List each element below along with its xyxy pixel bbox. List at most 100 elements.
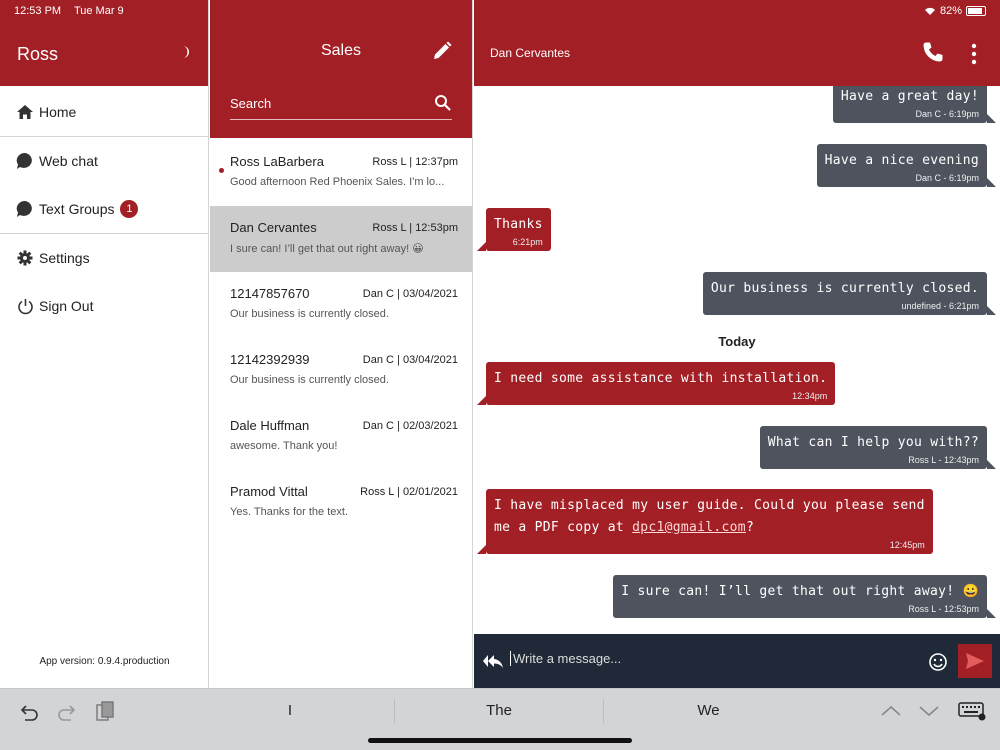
message-input[interactable] xyxy=(510,651,910,666)
emoji-icon[interactable] xyxy=(928,652,948,672)
search-input[interactable] xyxy=(230,92,420,111)
status-date: Tue Mar 9 xyxy=(73,5,124,17)
email-link[interactable]: dpc1@gmail.com xyxy=(632,520,746,535)
sidebar-item-label: Settings xyxy=(39,250,90,266)
home-indicator xyxy=(368,738,632,743)
message-text: Have a nice evening xyxy=(824,153,979,168)
conversation-item[interactable]: Dale Huffman Dan C | 02/03/2021 awesome.… xyxy=(210,404,472,470)
day-header: Today xyxy=(718,334,756,349)
conversation-meta: Ross L | 12:37pm xyxy=(372,156,458,168)
moon-icon[interactable] xyxy=(178,45,192,59)
unread-badge: 1 xyxy=(120,200,139,218)
power-icon xyxy=(17,298,33,314)
undo-icon[interactable] xyxy=(18,701,40,723)
message-text: I need some assistance with installation… xyxy=(494,371,828,386)
message-bubble-outgoing: I sure can! I’ll get that out right away… xyxy=(613,575,996,618)
conversation-preview: Yes. Thanks for the text. xyxy=(230,506,349,518)
conversation-meta: Ross L | 12:53pm xyxy=(372,222,458,234)
conversation-meta: Dan C | 02/03/2021 xyxy=(362,420,458,432)
sidebar: Ross Home Web chat Text Groups 1 Setting… xyxy=(0,0,209,688)
message-text: Thanks xyxy=(494,217,543,232)
conversation-item[interactable]: 12142392939 Dan C | 03/04/2021 Our busin… xyxy=(210,338,472,404)
conversation-preview: awesome. Thank you! xyxy=(230,440,338,452)
message-text: Have a great day! xyxy=(840,89,979,104)
suggestion[interactable]: The xyxy=(395,699,604,723)
more-vertical-icon[interactable] xyxy=(966,42,982,66)
sidebar-item-home[interactable]: Home xyxy=(0,88,208,136)
message-list[interactable]: Have a great day! Dan C - 6:19pm Have a … xyxy=(474,86,1000,634)
conversation-meta: Dan C | 03/04/2021 xyxy=(362,288,458,300)
search-box xyxy=(230,92,452,120)
sidebar-item-web-chat[interactable]: Web chat xyxy=(0,137,208,185)
predictive-suggestions: I The We xyxy=(186,699,813,723)
sidebar-item-label: Home xyxy=(39,104,77,120)
message-time: 12:45pm xyxy=(889,540,925,550)
message-text: Our business is currently closed. xyxy=(710,281,979,296)
message-time: Dan C - 6:19pm xyxy=(915,109,979,119)
conversation-list: Sales Ross LaBarbera Ross L | 12:37pm Go… xyxy=(210,0,473,688)
conversation-meta: Dan C | 03/04/2021 xyxy=(362,354,458,366)
sidebar-item-sign-out[interactable]: Sign Out xyxy=(0,282,208,330)
message-time: Ross L - 12:53pm xyxy=(908,604,979,614)
chat-panel: Dan Cervantes Have a great day! Dan C - … xyxy=(474,0,1000,688)
paste-icon[interactable] xyxy=(94,701,116,723)
message-bubble-outgoing: Have a great day! Dan C - 6:19pm xyxy=(832,86,997,123)
send-button[interactable] xyxy=(958,644,992,678)
pencil-icon[interactable] xyxy=(432,41,452,61)
gear-icon xyxy=(17,250,33,266)
message-bubble-outgoing: What can I help you with?? Ross L - 12:4… xyxy=(759,426,997,469)
message-bubble-incoming: I need some assistance with installation… xyxy=(476,362,836,405)
reply-all-icon[interactable] xyxy=(482,651,504,671)
search-icon[interactable] xyxy=(434,94,452,112)
redo-icon[interactable] xyxy=(56,701,78,723)
phone-icon[interactable] xyxy=(922,41,944,63)
conversation-item-selected[interactable]: Dan Cervantes Ross L | 12:53pm I sure ca… xyxy=(210,206,472,272)
sidebar-item-text-groups[interactable]: Text Groups 1 xyxy=(0,185,208,233)
suggestion[interactable]: We xyxy=(604,699,813,723)
sidebar-item-label: Text Groups xyxy=(39,201,115,217)
user-name: Ross xyxy=(17,44,59,64)
message-bubble-outgoing: Have a nice evening Dan C - 6:19pm xyxy=(816,144,997,187)
unread-dot xyxy=(219,168,224,173)
keyboard-icon[interactable] xyxy=(958,701,986,721)
sidebar-item-label: Web chat xyxy=(39,153,98,169)
conversation-preview: Good afternoon Red Phoenix Sales. I'm lo… xyxy=(230,176,445,188)
message-composer xyxy=(474,634,1000,688)
status-bar: 12:53 PM Tue Mar 9 82% xyxy=(0,0,1000,22)
message-text: I sure can! I’ll get that out right away… xyxy=(621,584,979,599)
conversation-meta: Ross L | 02/01/2021 xyxy=(360,486,458,498)
conversation-item[interactable]: 12147857670 Dan C | 03/04/2021 Our busin… xyxy=(210,272,472,338)
suggestion[interactable]: I xyxy=(186,699,395,723)
conversation-preview: Our business is currently closed. xyxy=(230,374,389,386)
send-icon xyxy=(966,653,984,669)
message-bubble-incoming: Thanks 6:21pm xyxy=(477,208,551,251)
message-time: undefined - 6:21pm xyxy=(901,301,979,311)
message-text: What can I help you with?? xyxy=(767,435,979,450)
contact-name: Dan Cervantes xyxy=(490,46,571,60)
status-time: 12:53 PM xyxy=(14,5,62,17)
app-version: App version: 0.9.4.production xyxy=(39,656,170,667)
conversation-preview: Our business is currently closed. xyxy=(230,308,389,320)
message-bubble-incoming: I have misplaced my user guide. Could yo… xyxy=(477,489,933,554)
conversation-item[interactable]: Pramod Vittal Ross L | 02/01/2021 Yes. T… xyxy=(210,470,472,536)
chevron-up-icon[interactable] xyxy=(880,701,902,721)
home-icon xyxy=(17,105,33,119)
keyboard-shortcut-bar: I The We xyxy=(0,688,1000,750)
sidebar-item-label: Sign Out xyxy=(39,298,94,314)
battery-percent: 82% xyxy=(939,5,962,17)
conversation-preview: I sure can! I’ll get that out right away… xyxy=(230,243,424,255)
chat-bubble-icon xyxy=(16,200,32,217)
chevron-down-icon[interactable] xyxy=(918,701,940,721)
sidebar-item-settings[interactable]: Settings xyxy=(0,234,208,282)
wifi-icon xyxy=(924,7,935,15)
message-text-line: I have misplaced my user guide. Could yo… xyxy=(494,498,925,513)
message-time: Dan C - 6:19pm xyxy=(915,173,979,183)
chat-bubble-icon xyxy=(16,152,32,169)
message-bubble-outgoing: Our business is currently closed. undefi… xyxy=(702,272,997,315)
conversation-item[interactable]: Ross LaBarbera Ross L | 12:37pm Good aft… xyxy=(210,140,472,206)
message-time: Ross L - 12:43pm xyxy=(908,455,979,465)
message-text-line: me a PDF copy at dpc1@gmail.com? xyxy=(494,520,755,535)
battery-icon xyxy=(966,6,986,16)
message-time: 6:21pm xyxy=(512,237,543,247)
message-time: 12:34pm xyxy=(792,391,828,401)
